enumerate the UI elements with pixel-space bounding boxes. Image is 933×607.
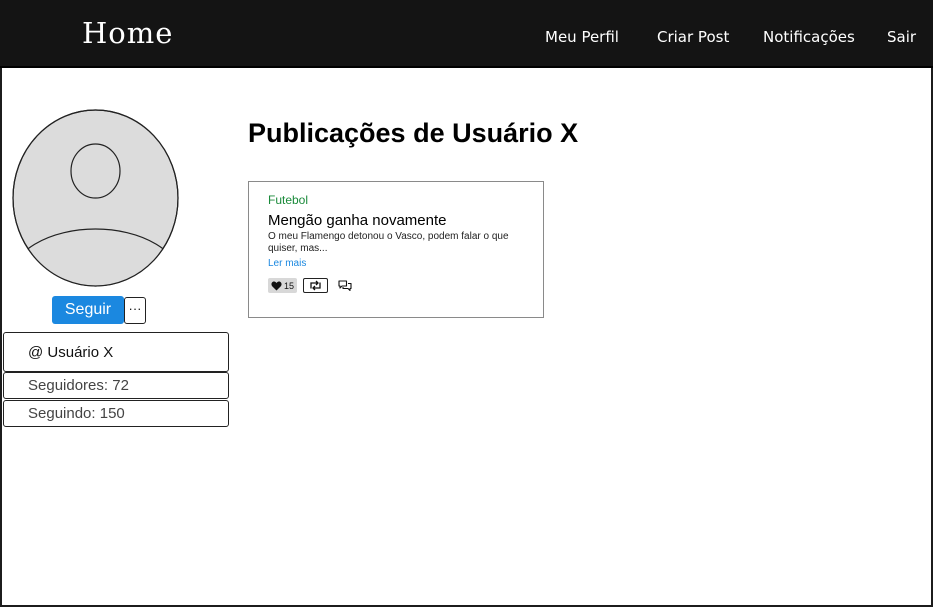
username-box: @ Usuário X xyxy=(3,332,229,372)
like-button[interactable]: 15 xyxy=(268,278,297,293)
post-category-tag[interactable]: Futebol xyxy=(268,193,308,207)
more-options-button[interactable]: ··· xyxy=(124,297,146,324)
comment-button[interactable] xyxy=(338,278,352,293)
post-card[interactable]: Futebol Mengão ganha novamente O meu Fla… xyxy=(248,181,544,318)
follow-button[interactable]: Seguir xyxy=(52,296,124,324)
post-title[interactable]: Mengão ganha novamente xyxy=(268,212,446,229)
user-avatar-icon xyxy=(12,109,179,287)
followers-box[interactable]: Seguidores: 72 xyxy=(3,372,229,399)
heart-icon xyxy=(271,280,282,291)
like-count: 15 xyxy=(284,280,295,291)
nav-criar-post[interactable]: Criar Post xyxy=(657,28,729,46)
nav-notificacoes[interactable]: Notificações xyxy=(763,28,855,46)
nav-sair[interactable]: Sair xyxy=(887,28,916,46)
page-title: Publicações de Usuário X xyxy=(248,118,579,148)
read-more-link[interactable]: Ler mais xyxy=(268,258,306,269)
nav-meu-perfil[interactable]: Meu Perfil xyxy=(545,28,619,46)
username-label: @ Usuário X xyxy=(28,344,114,361)
following-box[interactable]: Seguindo: 150 xyxy=(3,400,229,427)
top-navbar: Home Meu Perfil Criar Post Notificações … xyxy=(0,0,933,68)
post-excerpt: O meu Flamengo detonou o Vasco, podem fa… xyxy=(268,231,509,254)
following-count: Seguindo: 150 xyxy=(28,405,125,422)
repost-icon xyxy=(310,280,321,291)
brand-home-link[interactable]: Home xyxy=(82,16,173,50)
repost-button[interactable] xyxy=(303,278,328,293)
followers-count: Seguidores: 72 xyxy=(28,377,129,394)
comment-icon xyxy=(338,279,352,291)
